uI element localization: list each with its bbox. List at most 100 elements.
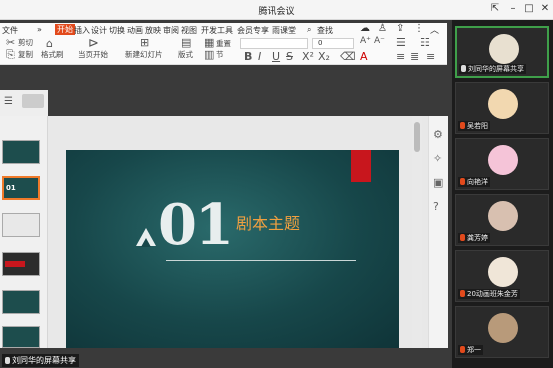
menu-review[interactable]: 审阅 [163,25,179,36]
menu-file[interactable]: 文件 [2,25,18,36]
thumbnail-2[interactable]: 01 [2,176,40,200]
participant-tile[interactable]: 刘同华的屏幕共享 [455,26,549,78]
participant-name: 吴若阳 [458,121,490,131]
thumbnail-view-toggle[interactable] [22,94,44,108]
copy-icon[interactable]: ⎘ [6,48,15,62]
font-size-value: 0 [318,39,323,47]
reset-button[interactable]: 重置 [216,38,231,49]
avatar [488,201,518,231]
pin-icon[interactable]: ⇱ [488,2,502,16]
numbering-icon[interactable]: ☷ [420,36,430,49]
italic-icon[interactable]: I [258,50,261,63]
font-color-icon[interactable]: A [360,50,368,63]
strikethrough-icon[interactable]: S [286,50,293,63]
help-icon[interactable]: ? [433,200,439,213]
bold-icon[interactable]: B [244,50,252,63]
share-label: 刘同华的屏幕共享 [2,354,79,367]
font-name-field[interactable] [240,38,308,49]
close-icon[interactable]: ✕ [538,2,552,16]
slide-number: 01 [158,192,234,258]
participant-list: 刘同华的屏幕共享 吴若阳 向艳洋 龚芳婷 20动画班朱金芳 郑一 [452,20,553,368]
mic-icon [461,65,466,72]
superscript-icon[interactable]: X² [302,50,314,63]
participant-tile[interactable]: 龚芳婷 [455,194,549,246]
thumbnail-5[interactable] [2,290,40,314]
outline-icon[interactable]: ☰ [4,96,13,107]
user-icon[interactable]: ♙ [378,23,387,34]
search-label[interactable]: 查找 [317,25,333,36]
cut-button[interactable]: 剪切 [18,37,33,48]
thumbnail-3[interactable] [2,213,40,237]
menu-insert[interactable]: 插入 [74,25,90,36]
tool-row: ✂ 剪切 ⎘ 复制 ⌂ 格式刷 ⊳ 当页开始 ⊞ 新建幻灯片 ▤ 版式 ▦ 重置… [0,36,447,79]
menu-more[interactable]: » [37,25,42,34]
avatar [488,89,518,119]
mic-icon [5,357,10,364]
mic-muted-icon [460,234,465,241]
section-button[interactable]: 节 [216,49,224,60]
animation-icon[interactable]: ✧ [433,152,442,165]
new-slide-icon[interactable]: ⊞ [140,36,149,49]
menu-member[interactable]: 会员专享 [237,25,269,36]
scroll-thumb[interactable] [414,122,420,152]
current-slide[interactable]: 01 剧本主题 [66,150,399,348]
layout-button[interactable]: 版式 [178,49,193,60]
participant-tile[interactable]: 向艳洋 [455,138,549,190]
menu-transition[interactable]: 切换 [109,25,125,36]
meeting-window: 腾讯会议 ⇱ – □ ✕ 文件 » 开始 插入 设计 切换 动画 放映 审阅 视… [0,0,553,368]
participant-tile[interactable]: 20动画班朱金芳 [455,250,549,302]
slide-title: 剧本主题 [236,214,301,233]
section-icon[interactable]: ▥ [204,48,214,61]
thumbnail-4-red-bar [5,261,25,267]
participant-name: 20动画班朱金芳 [458,289,520,299]
divider-line [166,260,356,261]
new-slide-button[interactable]: 新建幻灯片 [125,49,163,60]
more-icon[interactable]: ⋮ [414,23,424,34]
subscript-icon[interactable]: X₂ [318,50,330,63]
align-right-icon[interactable]: ≡ [426,50,435,63]
window-title: 腾讯会议 [258,7,295,17]
play-from-current-button[interactable]: 当页开始 [78,49,108,60]
minimize-icon[interactable]: – [506,2,520,16]
avatar [488,145,518,175]
underline-icon[interactable]: U [272,50,280,63]
arrow-inner-decoration [141,238,151,247]
title-bar: 腾讯会议 ⇱ – □ ✕ [0,0,553,20]
font-size-field[interactable]: 0 [312,38,354,49]
menu-animation[interactable]: 动画 [127,25,143,36]
align-center-icon[interactable]: ≣ [410,50,419,63]
format-painter-button[interactable]: 格式刷 [41,49,64,60]
share-icon[interactable]: ⇪ [396,23,404,34]
menu-design[interactable]: 设计 [91,25,107,36]
participant-name: 郑一 [458,345,483,355]
menu-devtools[interactable]: 开发工具 [201,25,233,36]
maximize-icon[interactable]: □ [522,2,536,16]
transition-icon[interactable]: ▣ [433,176,443,189]
thumbnail-6[interactable] [2,326,40,348]
clear-format-icon[interactable]: ⌫ [340,50,356,63]
menu-home[interactable]: 开始 [55,24,75,35]
menu-view[interactable]: 视图 [181,25,197,36]
copy-button[interactable]: 复制 [18,49,33,60]
menu-slideshow[interactable]: 放映 [145,25,161,36]
participant-tile[interactable]: 郑一 [455,306,549,358]
mic-muted-icon [460,290,465,297]
participant-name: 龚芳婷 [458,233,490,243]
collapse-icon[interactable]: ︿ [430,23,439,36]
thumbnail-1[interactable] [2,140,40,164]
vertical-scrollbar[interactable] [412,116,422,348]
font-shrink-icon[interactable]: A⁻ [374,36,385,46]
layout-icon[interactable]: ▤ [181,36,191,49]
align-left-icon[interactable]: ≡ [396,50,405,63]
menu-rain-classroom[interactable]: 雨课堂 [272,25,296,36]
mic-muted-icon [460,122,465,129]
cloud-icon[interactable]: ☁ [360,23,370,34]
share-label-text: 刘同华的屏幕共享 [12,356,76,365]
thumbnail-4[interactable] [2,252,40,276]
bullets-icon[interactable]: ☰ [396,36,406,49]
search-icon[interactable]: ⌕ [307,25,311,35]
properties-icon[interactable]: ⚙ [433,128,443,141]
font-grow-icon[interactable]: A⁺ [360,36,371,46]
participant-tile[interactable]: 吴若阳 [455,82,549,134]
thumbnail-2-number: 01 [6,184,16,192]
